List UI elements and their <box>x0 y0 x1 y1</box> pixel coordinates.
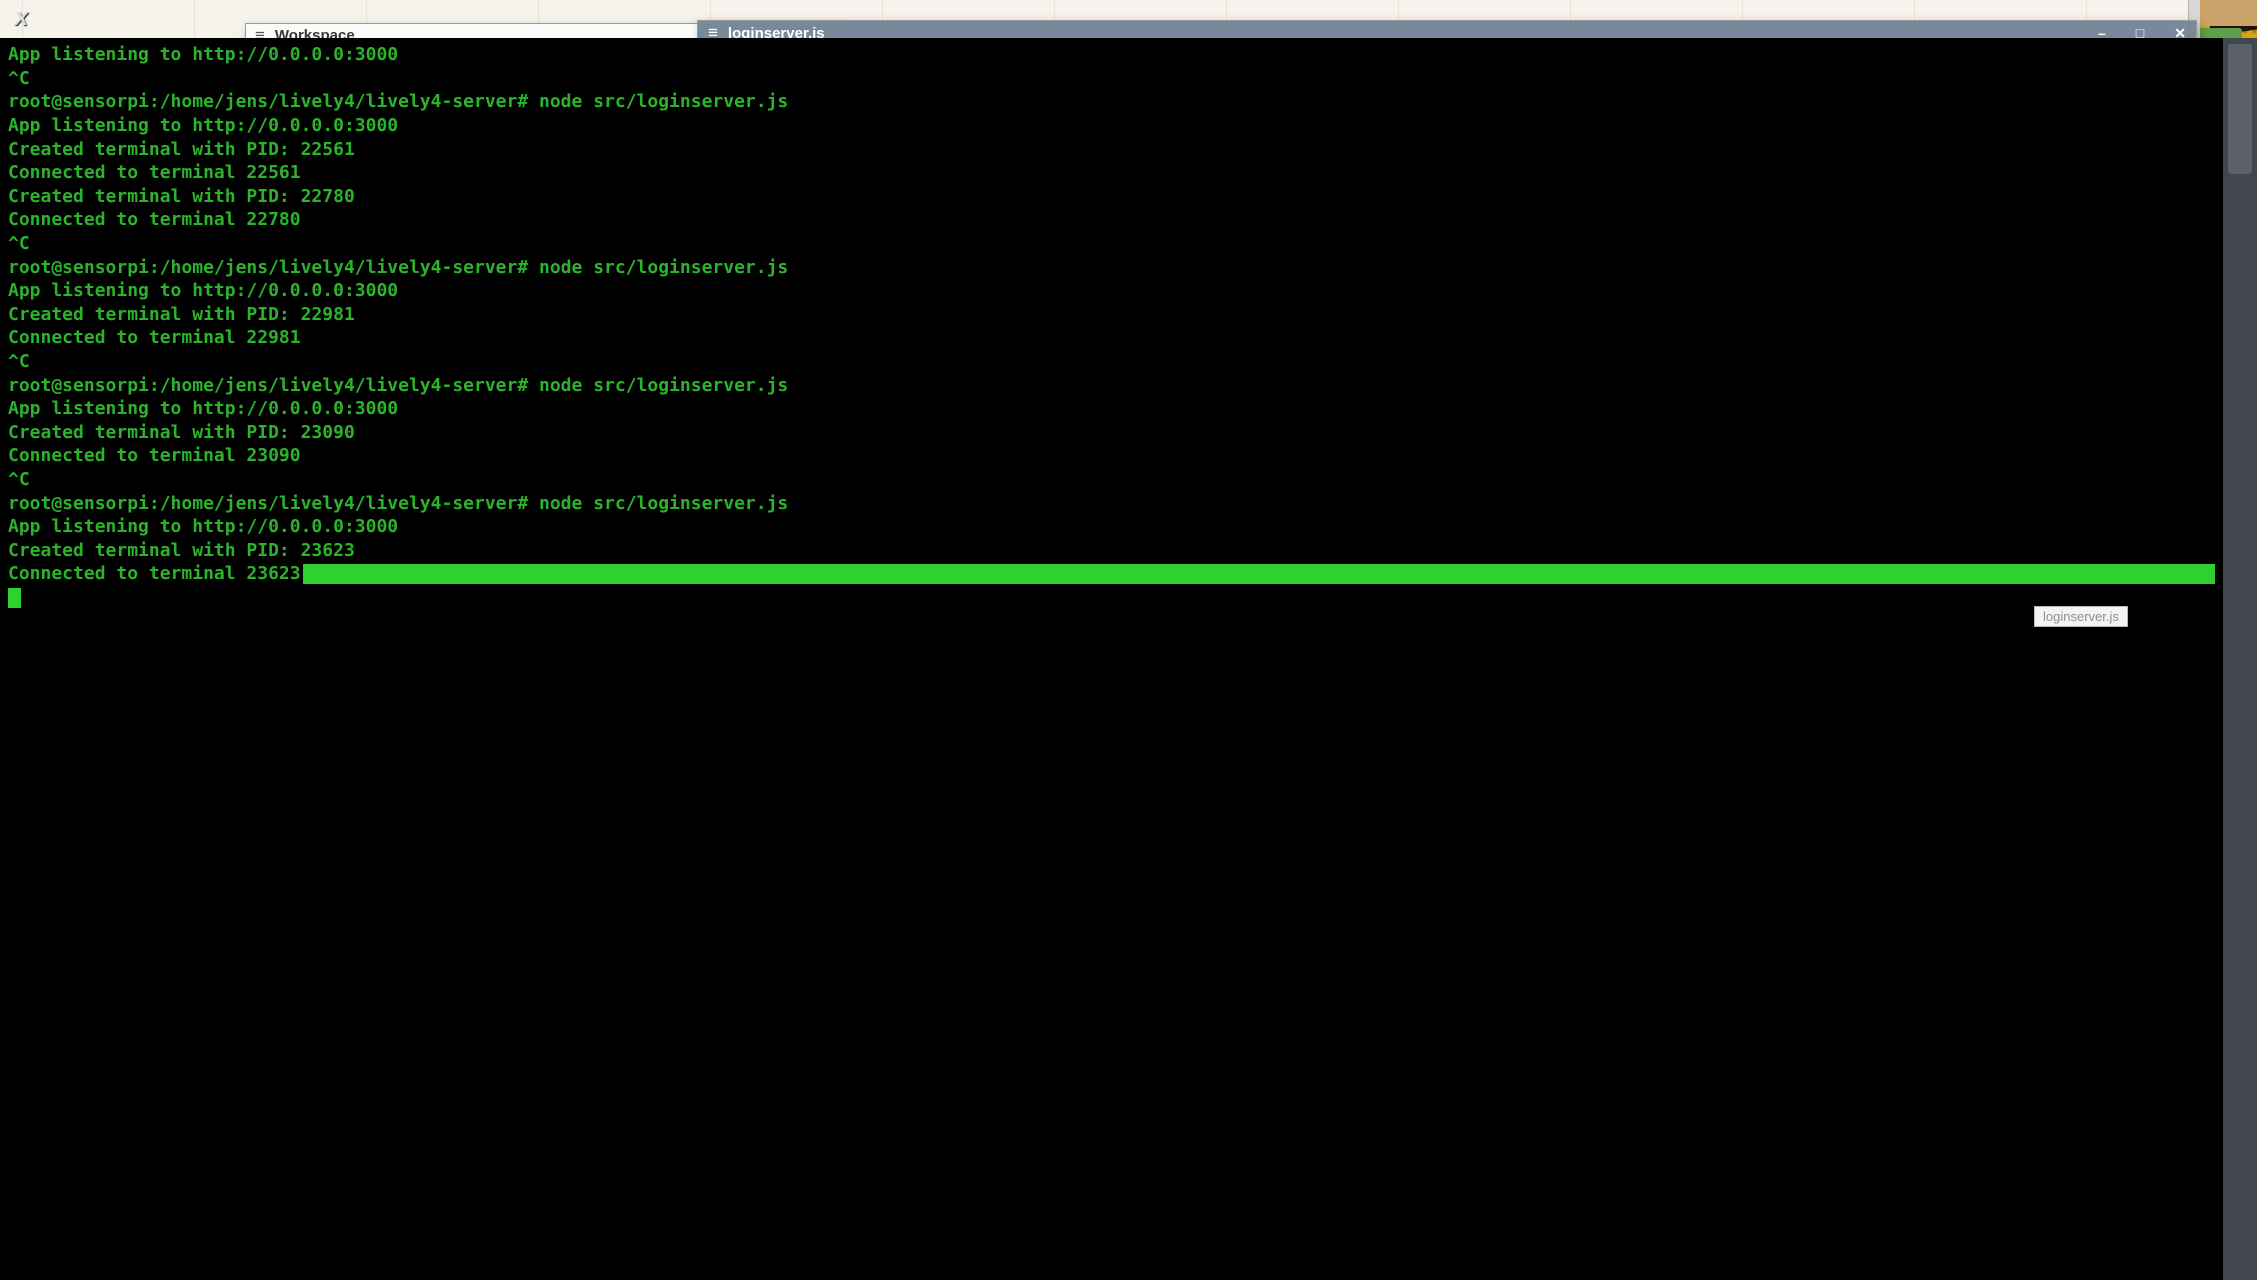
terminal-line: root@sensorpi:/home/jens/lively4/lively4… <box>8 373 961 397</box>
terminal-line: Connected to terminal 22561 <box>8 161 961 185</box>
terminal-line: ^C <box>8 67 961 91</box>
terminal-line: Created terminal with PID: 22981 <box>8 303 961 327</box>
terminal-cursor <box>8 588 21 608</box>
terminal-line: App listening to http://0.0.0.0:3000 <box>8 397 961 421</box>
terminal-line: Created terminal with PID: 22561 <box>8 137 961 161</box>
selection-highlight <box>303 564 961 584</box>
terminal-line: root@sensorpi:/home/jens/lively4/lively4… <box>8 90 961 114</box>
terminal-line: App listening to http://0.0.0.0:3000 <box>8 279 961 303</box>
filename-tooltip: loginserver.js <box>2034 606 2128 627</box>
terminal-line: Connected to terminal 22981 <box>8 326 961 350</box>
terminal-screen[interactable]: App listening to http://0.0.0.0:3000^Cro… <box>0 38 961 610</box>
terminal-line: Connected to terminal 23090 <box>8 444 961 468</box>
terminal-line: ^C <box>8 232 961 256</box>
terminal-line: Connected to terminal 22780 <box>8 208 961 232</box>
terminal-window: X Terminal - jens@sensorpi: ~/lively4/li… <box>0 0 961 610</box>
terminal-line: Created terminal with PID: 22780 <box>8 185 961 209</box>
terminal-line: root@sensorpi:/home/jens/lively4/lively4… <box>8 255 961 279</box>
terminal-line: App listening to http://0.0.0.0:3000 <box>8 43 961 67</box>
terminal-line: Connected to terminal 23623 <box>8 562 961 586</box>
screen: wasea up shar .png ≡ Workspace 1var a = … <box>0 0 2257 1280</box>
terminal-line: App listening to http://0.0.0.0:3000 <box>8 515 961 539</box>
terminal-line: root@sensorpi:/home/jens/lively4/lively4… <box>8 491 961 515</box>
terminal-line: App listening to http://0.0.0.0:3000 <box>8 114 961 138</box>
lego-brick-tan <box>2196 0 2257 26</box>
terminal-line: ^C <box>8 350 961 374</box>
terminal-line: ^C <box>8 468 961 492</box>
terminal-line: Created terminal with PID: 23090 <box>8 421 961 445</box>
terminal-line: Created terminal with PID: 23623 <box>8 538 961 562</box>
